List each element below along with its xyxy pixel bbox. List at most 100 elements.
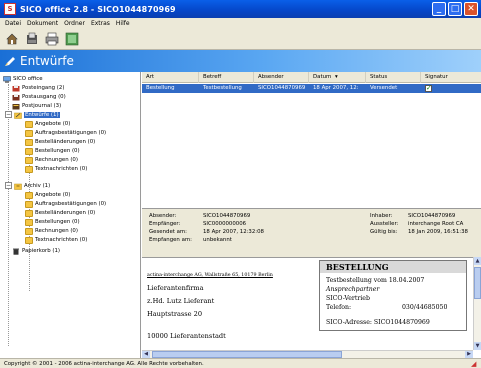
minimize-button[interactable]: _ [432,2,446,16]
detail-aussteller: Aussteller: interchange Root CA [370,221,464,227]
maximize-button[interactable]: □ [448,2,462,16]
order-contact-name: SICO-Vertrieb [326,295,370,302]
tree-item-angebote[interactable]: Angebote (0) [25,120,70,128]
order-box: BESTELLUNG Testbestellung vom 18.04.2007… [319,260,467,331]
tree-item-archiv-bestellungen[interactable]: Bestellungen (0) [25,218,80,226]
cell-status: Versendet [370,85,398,91]
archive-icon[interactable] [64,31,80,47]
order-line-date: Testbestellung vom 18.04.2007 [326,277,425,284]
folder-icon [25,120,33,128]
sort-indicator-icon: ▾ [334,74,338,80]
tree-item-auftragsbestaetigungen[interactable]: Auftragsbestätigungen (0) [25,129,106,137]
close-button[interactable]: ✕ [464,2,478,16]
computer-icon [3,75,11,83]
order-phone-value: 030/44685050 [402,304,448,311]
tree-item-papierkorb[interactable]: Papierkorb (1) [12,247,60,255]
outbox-icon [12,93,20,100]
window-title: SICO office 2.8 - SICO1044870969 [20,4,176,14]
journal-icon [12,103,20,109]
scroll-up-icon[interactable]: ▲ [474,257,481,265]
recipient-company: Lieferantenfirma [147,284,204,292]
detail-empfaenger: Empfänger: SIC0000000006 [149,221,247,227]
scroll-down-icon[interactable]: ▼ [474,342,481,350]
title-bar: S SICO office 2.8 - SICO1044870969 _ □ ✕ [0,0,481,18]
print-icon[interactable] [44,31,60,47]
inbox-icon [12,84,20,91]
tree-item-entwuerfe[interactable]: Entwürfe (1) [14,111,60,119]
tree-root[interactable]: SICO office [3,75,43,83]
signature-check-icon: ✓ [425,84,432,92]
folder-icon [25,129,33,137]
tree-item-postjournal[interactable]: Postjournal (3) [12,102,61,110]
archive-icon [14,183,22,190]
document-preview[interactable]: actina-interchange AG, Wallstraße 65, 10… [142,257,481,358]
tree-item-archiv-bestellaenderungen[interactable]: Bestelländerungen (0) [25,209,95,217]
tree-item-rechnungen[interactable]: Rechnungen (0) [25,156,78,164]
detail-gueltig: Gültig bis: 18 Jan 2009, 16:51:38 [370,229,468,235]
list-header: Art Betreff Absender Datum ▾ Status Sign… [142,72,481,83]
order-heading: BESTELLUNG [320,261,466,273]
tree-item-archiv-rechnungen[interactable]: Rechnungen (0) [25,227,78,235]
tree-item-textnachrichten[interactable]: Textnachrichten (0) [25,165,87,173]
message-details: Absender: SICO1044870969 Empfänger: SIC0… [142,209,481,257]
tree-item-archiv-auftragsbestaetigungen[interactable]: Auftragsbestätigungen (0) [25,200,106,208]
cell-datum: 18 Apr 2007, 12: [313,85,359,91]
tree-expander-archiv[interactable]: − [5,182,12,189]
detail-inhaber: Inhaber: SICO1044870969 [370,213,456,219]
toolbar [0,29,481,50]
folder-banner: Entwürfe [0,50,481,72]
column-art[interactable]: Art [142,72,199,83]
detail-absender: Absender: SICO1044870969 [149,213,251,219]
recipient-street: Hauptstrasse 20 [147,310,203,318]
menu-dokument[interactable]: Dokument [27,20,58,27]
detail-gesendet: Gesendet am: 18 Apr 2007, 12:32:08 [149,229,264,235]
app-icon[interactable]: S [4,3,16,15]
folder-icon [25,209,33,217]
cell-absender: SICO1044870969 [258,85,306,91]
column-datum[interactable]: Datum ▾ [309,72,366,83]
tree-item-archiv-angebote[interactable]: Angebote (0) [25,191,70,199]
banner-title: Entwürfe [20,54,74,68]
menu-ordner[interactable]: Ordner [64,20,85,27]
horizontal-scrollbar[interactable]: ◀ ▶ [142,350,473,358]
menu-hilfe[interactable]: Hilfe [116,20,130,27]
copyright-text: Copyright © 2001 - 2006 actina-interchan… [4,361,204,367]
order-contact-label: Ansprechpartner [326,286,380,293]
tree-item-bestellungen[interactable]: Bestellungen (0) [25,147,80,155]
vertical-scroll-thumb[interactable] [474,267,481,299]
folder-icon [25,236,33,244]
drafts-icon [14,112,22,119]
order-phone-label: Telefon: [326,304,352,311]
resize-grip-icon[interactable]: ◢ [471,360,479,368]
column-status[interactable]: Status [366,72,421,83]
pen-icon [5,57,15,66]
inbox-icon[interactable] [24,31,40,47]
tree-item-archiv[interactable]: Archiv (1) [14,182,50,190]
vertical-scrollbar[interactable]: ▲ ▼ [473,257,481,350]
folder-icon [25,147,33,155]
folder-icon [25,218,33,226]
folder-tree: SICO office Posteingang (2) Postausgang … [0,72,141,358]
scroll-right-icon[interactable]: ▶ [465,351,473,358]
column-signatur[interactable]: Signatur [421,72,481,83]
column-betreff[interactable]: Betreff [199,72,254,83]
tree-item-posteingang[interactable]: Posteingang (2) [12,84,64,92]
tree-item-bestellaenderungen[interactable]: Bestelländerungen (0) [25,138,95,146]
order-address: SICO-Adresse: SICO1044870969 [326,319,430,326]
cell-art: Bestellung [146,85,175,91]
column-absender[interactable]: Absender [254,72,309,83]
menu-extras[interactable]: Extras [91,20,110,27]
folder-icon [25,227,33,235]
tree-item-archiv-textnachrichten[interactable]: Textnachrichten (0) [25,236,87,244]
table-row[interactable]: Bestellung Testbestellung SICO1044870969… [142,84,481,93]
trash-icon [13,248,19,255]
menu-datei[interactable]: Datei [5,20,21,27]
horizontal-scroll-thumb[interactable] [152,351,342,358]
folder-icon [25,165,33,173]
tree-item-postausgang[interactable]: Postausgang (0) [12,93,66,101]
scroll-left-icon[interactable]: ◀ [142,351,150,358]
sender-line: actina-interchange AG, Wallstraße 65, 10… [147,273,273,278]
tree-expander-entwuerfe[interactable]: − [5,111,12,118]
menu-bar: Datei Dokument Ordner Extras Hilfe [0,18,481,29]
home-icon[interactable] [4,31,20,47]
